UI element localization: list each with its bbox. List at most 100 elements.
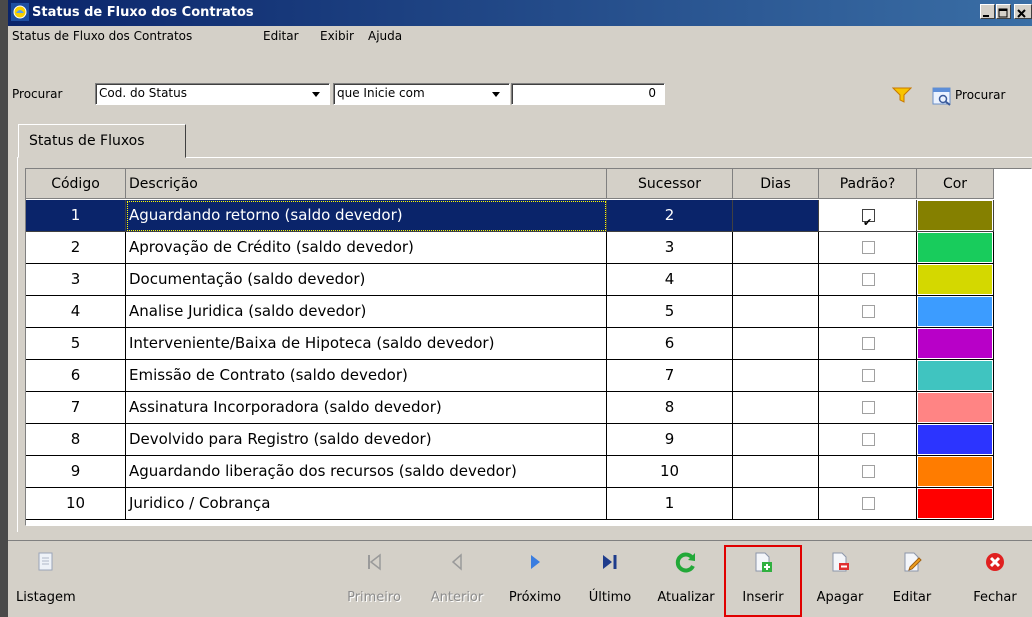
checkbox-unchecked[interactable] [862,241,875,254]
dias-cell [733,360,819,392]
checkbox-unchecked[interactable] [862,305,875,318]
header-sucessor[interactable]: Sucessor [607,169,733,199]
header-dias[interactable]: Dias [733,169,819,199]
filter-icon[interactable] [891,87,913,103]
descricao-cell: Devolvido para Registro (saldo devedor) [126,424,607,456]
table-row[interactable]: 1 Aguardando retorno (saldo devedor) 2 [26,200,994,232]
app-icon [11,3,29,21]
search-button-label: Procurar [955,88,1006,102]
first-record-icon [362,550,386,574]
minimize-button[interactable] [980,4,995,19]
header-codigo[interactable]: Código [26,169,126,199]
descricao-cell: Juridico / Cobrança [126,488,607,520]
checkbox-unchecked[interactable] [862,433,875,446]
table-row[interactable]: 2 Aprovação de Crédito (saldo devedor) 3 [26,232,994,264]
padrao-cell [819,328,917,360]
table-row[interactable]: 6 Emissão de Contrato (saldo devedor) 7 [26,360,994,392]
close-window-button[interactable] [1014,4,1032,19]
fechar-button[interactable]: Fechar [960,550,1030,605]
checkbox-unchecked[interactable] [862,369,875,382]
codigo-cell: 9 [26,456,126,488]
editar-label: Editar [892,590,932,605]
checkbox-unchecked[interactable] [862,497,875,510]
ultimo-button[interactable]: Último [586,550,634,605]
color-swatch [918,425,992,454]
color-swatch [918,265,992,294]
search-condition-select[interactable]: que Inicie com [333,83,510,105]
table-row[interactable]: 9 Aguardando liberação dos recursos (sald… [26,456,994,488]
sucessor-cell: 7 [607,360,733,392]
checkbox-unchecked[interactable] [862,273,875,286]
table-row[interactable]: 3 Documentação (saldo devedor) 4 [26,264,994,296]
color-cell [917,360,994,392]
dias-cell [733,456,819,488]
padrao-cell [819,488,917,520]
primeiro-button[interactable]: Primeiro [346,550,402,605]
dias-cell [733,392,819,424]
search-label: Procurar [12,87,63,101]
checkbox-checked[interactable] [862,207,875,231]
color-swatch [918,201,992,230]
application-window: Status de Fluxo dos Contratos Status de … [0,0,1032,617]
dias-cell [733,328,819,360]
list-document-icon [34,550,58,574]
header-padrao[interactable]: Padrão? [819,169,917,199]
padrao-cell [819,296,917,328]
descricao-cell: Assinatura Incorporadora (saldo devedor) [126,392,607,424]
last-record-icon [598,550,622,574]
search-icon [932,87,951,106]
header-descricao[interactable]: Descrição [126,169,607,199]
tab-status-fluxos[interactable]: Status de Fluxos [18,124,186,158]
primeiro-label: Primeiro [347,590,401,605]
atualizar-button[interactable]: Atualizar [651,550,721,605]
padrao-cell [819,456,917,488]
menu-status-fluxo[interactable]: Status de Fluxo dos Contratos [12,26,192,46]
color-cell [917,264,994,296]
dias-cell [733,296,819,328]
descricao-cell: Documentação (saldo devedor) [126,264,607,296]
checkbox-unchecked[interactable] [862,465,875,478]
checkbox-unchecked[interactable] [862,337,875,350]
codigo-cell: 3 [26,264,126,296]
table-row[interactable]: 7 Assinatura Incorporadora (saldo devedor… [26,392,994,424]
search-value-input[interactable]: 0 [511,83,665,105]
search-field-select[interactable]: Cod. do Status [95,83,330,105]
table-row[interactable]: 4 Analise Juridica (saldo devedor) 5 [26,296,994,328]
sucessor-cell: 6 [607,328,733,360]
editar-button[interactable]: Editar [885,550,939,605]
window-left-edge [0,0,8,617]
delete-document-icon [828,550,852,574]
chevron-down-icon [492,92,500,97]
menu-exibir[interactable]: Exibir [320,26,354,46]
sucessor-cell: 9 [607,424,733,456]
dias-cell [733,232,819,264]
codigo-cell: 7 [26,392,126,424]
color-cell [917,488,994,520]
search-field-value: Cod. do Status [99,86,187,100]
anterior-button[interactable]: Anterior [426,550,488,605]
codigo-cell: 8 [26,424,126,456]
sucessor-cell: 4 [607,264,733,296]
maximize-button[interactable] [996,4,1011,19]
menu-editar[interactable]: Editar [263,26,299,46]
menu-ajuda[interactable]: Ajuda [368,26,402,46]
codigo-cell: 6 [26,360,126,392]
apagar-button[interactable]: Apagar [810,550,870,605]
next-record-icon [523,550,547,574]
table-row[interactable]: 10 Juridico / Cobrança 1 [26,488,994,520]
proximo-button[interactable]: Próximo [505,550,565,605]
checkbox-unchecked[interactable] [862,401,875,414]
codigo-cell: 2 [26,232,126,264]
minimize-icon [983,15,989,17]
color-cell [917,232,994,264]
padrao-cell [819,424,917,456]
table-row[interactable]: 8 Devolvido para Registro (saldo devedor)… [26,424,994,456]
sucessor-cell: 2 [607,200,733,232]
color-swatch [918,297,992,326]
chevron-down-icon [312,92,320,97]
dias-cell [733,200,819,232]
table-row[interactable]: 5 Interveniente/Baixa de Hipoteca (saldo … [26,328,994,360]
listagem-button[interactable]: Listagem [16,550,76,605]
fechar-label: Fechar [973,590,1017,605]
header-cor[interactable]: Cor [917,169,994,199]
